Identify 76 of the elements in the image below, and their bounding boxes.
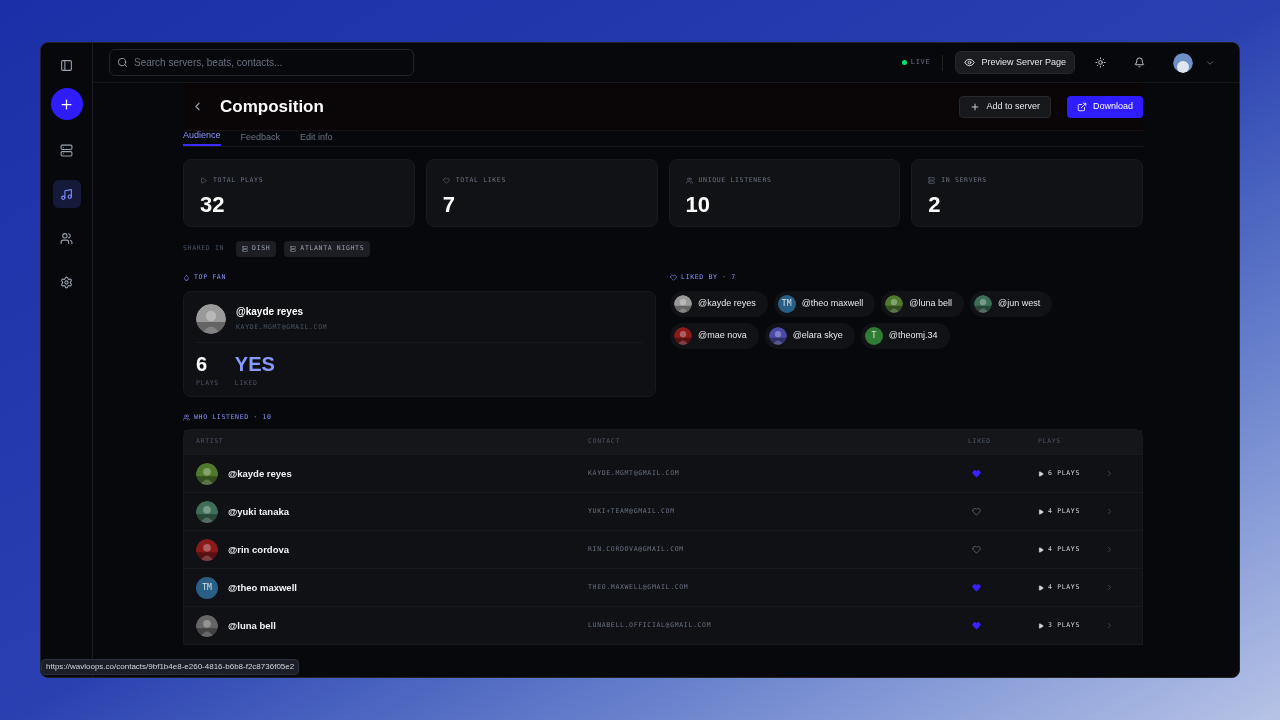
play-icon — [1038, 546, 1044, 553]
stat-value: 10 — [685, 193, 711, 216]
drop-icon — [183, 274, 190, 282]
plus-icon — [59, 96, 74, 112]
play-icon — [1038, 584, 1044, 591]
chevron-right-icon[interactable] — [1105, 507, 1114, 517]
tab[interactable]: Audience — [183, 128, 221, 146]
eye-icon — [964, 57, 976, 68]
play-icon — [1038, 508, 1044, 515]
tab[interactable]: Edit info — [300, 130, 333, 146]
heart-icon[interactable] — [972, 621, 981, 631]
status-url: https://wavloops.co/contacts/9bf1b4e8-e260-4816-b6b8-f2c8736f05e2 — [41, 659, 300, 675]
plus-icon — [970, 101, 981, 112]
page-title: Composition — [220, 95, 324, 118]
server-icon — [928, 177, 936, 185]
add-to-server-button[interactable]: Add to server — [959, 95, 1051, 118]
download-button[interactable]: Download — [1066, 95, 1143, 118]
avatar: T — [864, 326, 883, 345]
preview-button[interactable]: Preview Server Page — [955, 51, 1075, 74]
artist-name: @yuki tanaka — [228, 504, 289, 519]
user-chip[interactable]: T @theomj.34 — [860, 322, 950, 349]
stat-value: 2 — [928, 193, 942, 216]
heart-icon[interactable] — [972, 507, 981, 517]
user-name: @theo maxwell — [801, 296, 864, 310]
user-chip[interactable]: @elara skye — [764, 322, 855, 349]
external-link-icon — [1076, 101, 1087, 112]
artist-name: @rin cordova — [228, 542, 289, 557]
users-icon — [183, 413, 190, 421]
sidebar-toggle-icon[interactable] — [60, 59, 73, 72]
chevron-right-icon[interactable] — [1105, 621, 1114, 631]
search-field[interactable]: Search servers, beats, contacts... — [109, 49, 414, 76]
heart-icon[interactable] — [972, 545, 981, 555]
avatar: TM — [777, 294, 796, 313]
user-name: @jun west — [998, 296, 1041, 310]
chevron-right-icon[interactable] — [1105, 545, 1114, 555]
music-note-icon — [60, 187, 73, 201]
chevron-right-icon[interactable] — [1105, 469, 1114, 479]
play-icon — [1038, 622, 1044, 629]
user-name: @theomj.34 — [888, 328, 938, 342]
heart-icon[interactable] — [972, 469, 981, 479]
server-icon — [242, 245, 249, 252]
search-icon — [117, 57, 128, 68]
servers-icon — [60, 143, 73, 157]
plays-value: 6 — [196, 351, 209, 377]
heart-icon — [670, 274, 677, 282]
tab[interactable]: Feedback — [240, 130, 281, 146]
user-name: @kayde reyes — [698, 296, 756, 310]
avatar: TM — [196, 576, 218, 599]
stat-value: 7 — [442, 193, 456, 216]
artist-name: @theo maxwell — [228, 580, 297, 595]
play-icon — [1038, 470, 1044, 477]
user-chip[interactable]: @mae nova — [670, 322, 759, 349]
notifications-icon[interactable] — [1134, 57, 1145, 68]
sidebar-item[interactable] — [52, 180, 81, 208]
heart-icon — [442, 177, 450, 185]
liked-value: YES — [234, 351, 275, 377]
user-chip[interactable]: @kayde reyes — [670, 290, 768, 317]
chevron-right-icon[interactable] — [1105, 583, 1114, 593]
user-name: @elara skye — [792, 328, 843, 342]
user-chip[interactable]: @luna bell — [881, 290, 964, 317]
users-icon — [685, 177, 693, 185]
user-name: @luna bell — [909, 296, 952, 310]
artist-name: @kayde reyes — [228, 466, 292, 481]
add-button[interactable] — [50, 88, 83, 120]
theme-icon[interactable] — [1095, 57, 1106, 68]
users-icon — [60, 231, 73, 245]
server-icon — [290, 245, 297, 252]
user-chip[interactable]: @jun west — [970, 290, 1053, 317]
stat-value: 32 — [200, 193, 226, 216]
artist-name: @luna bell — [228, 618, 276, 633]
user-chip[interactable]: TM @theo maxwell — [773, 290, 876, 317]
settings-icon — [60, 275, 73, 289]
play-icon — [200, 177, 207, 185]
heart-icon[interactable] — [972, 583, 981, 593]
fan-name: @kayde reyes — [236, 305, 305, 320]
user-name: @mae nova — [698, 328, 747, 342]
